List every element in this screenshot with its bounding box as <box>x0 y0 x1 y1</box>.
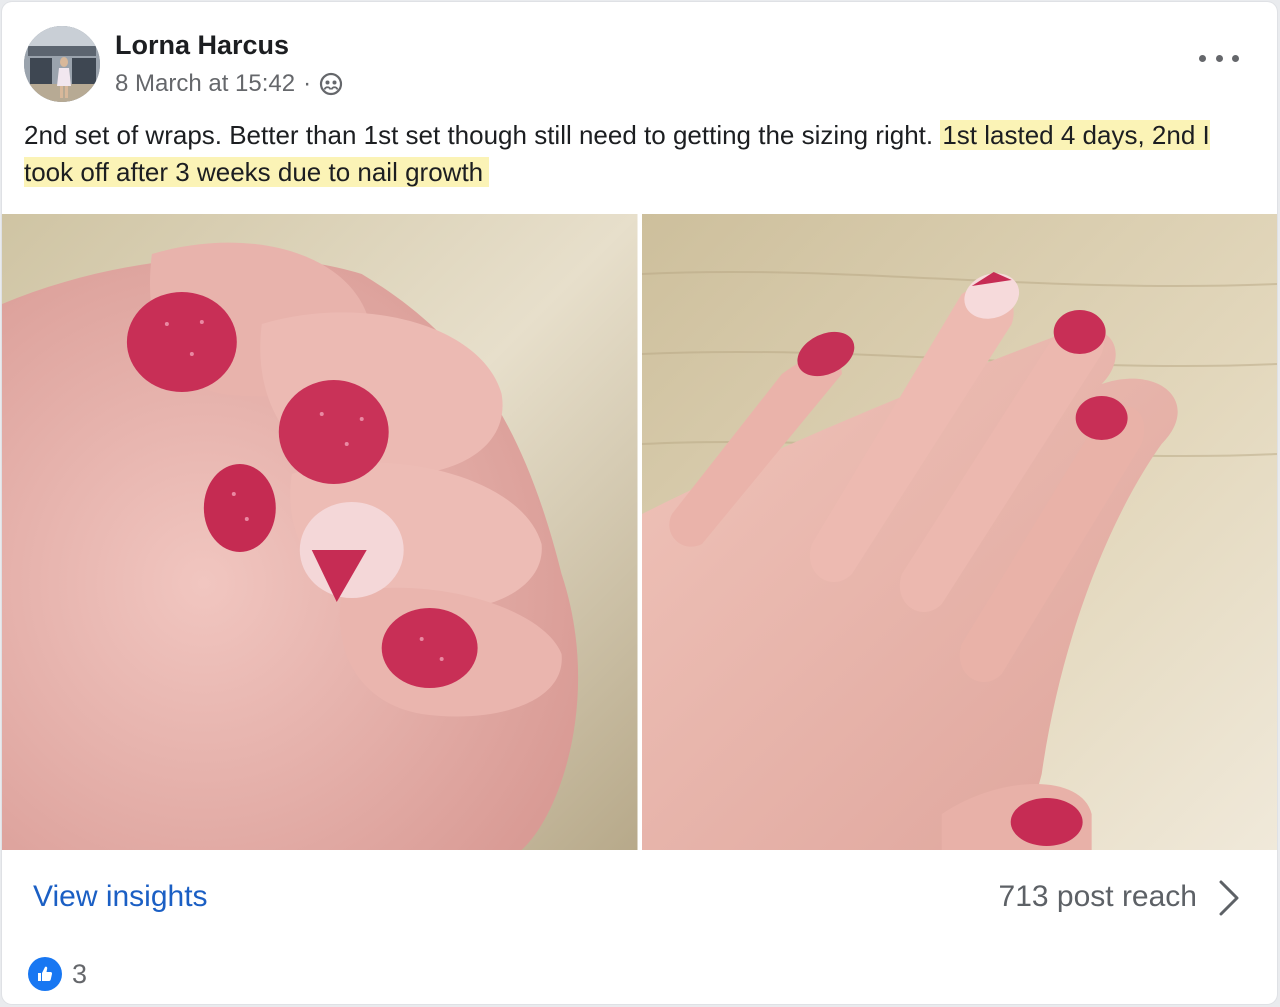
meta-separator: · <box>303 70 312 97</box>
post-card: Lorna Harcus 8 March at 15:42 · 2nd set … <box>2 2 1277 1004</box>
avatar-photo <box>24 26 100 102</box>
post-reach[interactable]: 713 post reach <box>999 880 1197 914</box>
reactions-summary[interactable]: 3 <box>28 957 87 991</box>
post-footer: View insights 713 post reach <box>2 850 1277 950</box>
post-photo-1[interactable] <box>2 214 638 850</box>
post-photo-2[interactable] <box>641 214 1277 850</box>
post-text: 2nd set of wraps. Better than 1st set th… <box>24 117 1254 191</box>
post-text-plain: 2nd set of wraps. Better than 1st set th… <box>24 120 934 150</box>
friends-icon[interactable] <box>319 72 343 96</box>
photo-grid <box>2 214 1277 850</box>
view-insights-link[interactable]: View insights <box>33 880 208 914</box>
chevron-right-icon[interactable] <box>1217 878 1241 918</box>
avatar[interactable] <box>24 26 100 102</box>
like-count: 3 <box>72 958 88 989</box>
like-icon <box>28 957 62 991</box>
post-timestamp[interactable]: 8 March at 15:42 <box>115 70 295 98</box>
author-name[interactable]: Lorna Harcus <box>115 30 289 61</box>
more-options-icon[interactable] <box>1199 48 1239 68</box>
post-header: Lorna Harcus 8 March at 15:42 · <box>2 2 1277 112</box>
post-meta: 8 March at 15:42 · <box>115 70 343 98</box>
